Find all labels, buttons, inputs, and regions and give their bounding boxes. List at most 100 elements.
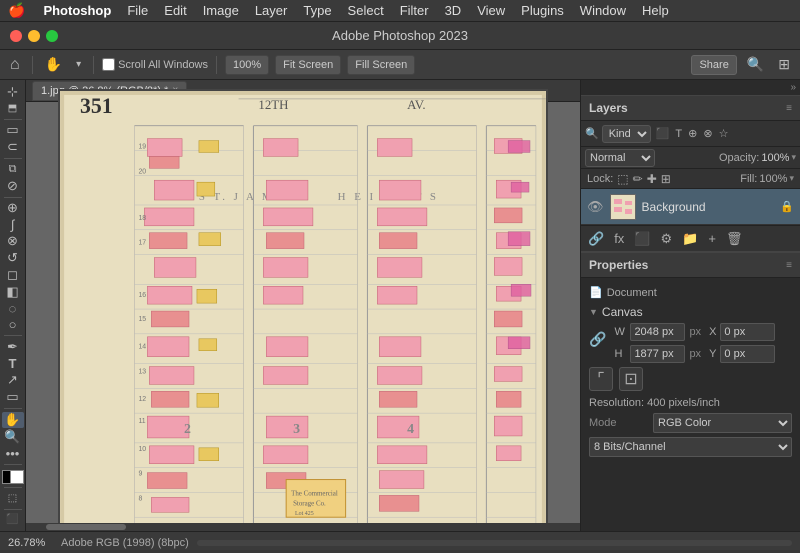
canvas-section-header[interactable]: ▼ Canvas (589, 305, 792, 319)
quick-mask-tool[interactable]: ⬚ (2, 491, 24, 506)
fill-value[interactable]: 100% (759, 173, 787, 185)
healing-brush-tool[interactable]: ⊕ (2, 200, 24, 216)
tool-separator-3 (4, 197, 22, 198)
horizontal-scrollbar[interactable] (26, 523, 580, 531)
fit-screen-button[interactable]: Fit Screen (275, 55, 341, 75)
pen-tool[interactable]: ✒ (2, 339, 24, 355)
shape-layer-icon[interactable]: ⊕ (686, 126, 699, 141)
background-color[interactable] (10, 470, 24, 484)
blur-tool[interactable]: ◌ (2, 301, 24, 316)
opacity-chevron[interactable]: ▾ (791, 152, 796, 163)
minimize-window-button[interactable] (28, 30, 40, 42)
search-icon[interactable]: 🔍 (743, 56, 768, 73)
lock-image-pixels-button[interactable]: ✏ (633, 172, 643, 186)
layout-icon[interactable]: ⊞ (774, 56, 794, 73)
shape-tool[interactable]: ▭ (2, 389, 24, 405)
screen-mode-tool[interactable]: ⬛ (2, 512, 24, 527)
gradient-tool[interactable]: ◧ (2, 284, 24, 300)
link-layers-button[interactable]: 🔗 (585, 229, 607, 249)
layer-effects-icon[interactable]: ☆ (717, 126, 731, 141)
menu-photoshop[interactable]: Photoshop (35, 0, 119, 22)
height-input[interactable] (630, 345, 685, 363)
lock-transparent-pixels-button[interactable]: ⬚ (617, 172, 628, 186)
pixel-layer-icon[interactable]: ⬛ (654, 126, 672, 141)
hand-tool[interactable]: ✋ (2, 412, 24, 428)
fill-screen-button[interactable]: Fill Screen (347, 55, 415, 75)
brush-tool[interactable]: ∫ (2, 217, 24, 232)
color-swatches[interactable] (2, 470, 24, 485)
scroll-all-windows-checkbox[interactable] (102, 58, 115, 71)
menu-filter[interactable]: Filter (392, 0, 437, 22)
home-icon[interactable]: ⌂ (6, 56, 24, 74)
menu-help[interactable]: Help (634, 0, 677, 22)
document-canvas[interactable]: 351 12TH AV. S T. J A M E S H E I G H T … (58, 89, 548, 531)
opacity-value[interactable]: 100% (761, 152, 789, 164)
bit-depth-select[interactable]: 8 Bits/Channel (589, 437, 792, 457)
chevron-icon[interactable]: ▾ (72, 59, 85, 70)
more-tools[interactable]: ••• (2, 446, 24, 461)
menu-image[interactable]: Image (195, 0, 247, 22)
text-tool[interactable]: T (2, 356, 24, 371)
menu-window[interactable]: Window (572, 0, 634, 22)
x-row: X (709, 323, 775, 341)
adjustment-layer-icon[interactable]: T (673, 127, 684, 141)
panel-collapse-button[interactable]: » (790, 82, 796, 93)
history-brush-tool[interactable]: ↺ (2, 250, 24, 266)
zoom-tool[interactable]: 🔍 (2, 429, 24, 445)
close-window-button[interactable] (10, 30, 22, 42)
menu-edit[interactable]: Edit (156, 0, 194, 22)
menu-layer[interactable]: Layer (247, 0, 296, 22)
eraser-tool[interactable]: ◻ (2, 267, 24, 283)
eyedropper-tool[interactable]: ⊘ (2, 178, 24, 194)
menu-file[interactable]: File (119, 0, 156, 22)
properties-content: 📄 Document ▼ Canvas 🔗 W px (581, 278, 800, 469)
snap-center-button[interactable]: ⊡ (619, 367, 643, 391)
menu-select[interactable]: Select (340, 0, 392, 22)
add-layer-style-button[interactable]: fx (611, 229, 627, 248)
rectangular-marquee-tool[interactable]: ▭ (2, 122, 24, 138)
properties-panel-expander[interactable]: ≡ (786, 260, 792, 271)
width-input[interactable] (630, 323, 685, 341)
menu-3d[interactable]: 3D (437, 0, 470, 22)
maximize-window-button[interactable] (46, 30, 58, 42)
delete-layer-button[interactable]: 🗑 (723, 229, 746, 249)
layers-panel-expander[interactable]: ≡ (786, 103, 792, 114)
blend-mode-select[interactable]: Normal (585, 149, 655, 167)
create-adjustment-button[interactable]: ⚙ (658, 229, 676, 249)
smart-object-icon[interactable]: ⊗ (701, 126, 714, 141)
layer-row-background[interactable]: 👁 Background 🔒 (581, 189, 800, 225)
clone-stamp-tool[interactable]: ⊗ (2, 233, 24, 249)
layer-kind-select[interactable]: Kind (602, 125, 651, 143)
scrollbar-thumb[interactable] (46, 524, 126, 530)
create-group-button[interactable]: 📁 (679, 229, 701, 249)
lock-artboard-button[interactable]: ⊞ (661, 172, 671, 186)
height-row: H px (614, 345, 701, 363)
y-input[interactable] (720, 345, 775, 363)
add-mask-button[interactable]: ⬛ (631, 229, 653, 249)
lasso-tool[interactable]: ⊂ (2, 139, 24, 155)
dodge-tool[interactable]: ○ (2, 317, 24, 332)
resolution-label: Resolution: 400 pixels/inch (589, 397, 720, 409)
apple-menu[interactable]: 🍎 (8, 2, 25, 19)
separator-1 (32, 56, 33, 74)
fill-chevron[interactable]: ▾ (789, 173, 794, 184)
tool-separator-4 (4, 335, 22, 336)
path-selection-tool[interactable]: ↗ (2, 372, 24, 388)
link-dimensions-icon[interactable]: 🔗 (589, 331, 606, 348)
share-button[interactable]: Share (691, 55, 736, 75)
canvas-container[interactable]: 351 12TH AV. S T. J A M E S H E I G H T … (26, 102, 580, 531)
crop-tool[interactable]: ⧉ (2, 162, 24, 177)
lock-position-button[interactable]: ✚ (647, 172, 657, 186)
hand-tool-icon[interactable]: ✋ (41, 56, 66, 73)
create-layer-button[interactable]: + (705, 229, 719, 248)
layer-visibility-toggle[interactable]: 👁 (587, 199, 604, 215)
zoom-value-button[interactable]: 100% (225, 55, 269, 75)
menu-plugins[interactable]: Plugins (513, 0, 572, 22)
artboard-tool[interactable]: ⬒ (2, 101, 24, 116)
mode-select[interactable]: RGB Color (653, 413, 792, 433)
move-tool[interactable]: ⊹ (2, 84, 24, 100)
menu-view[interactable]: View (469, 0, 513, 22)
menu-type[interactable]: Type (295, 0, 339, 22)
snap-top-left-button[interactable]: ⌜ (589, 367, 613, 391)
x-input[interactable] (720, 323, 775, 341)
